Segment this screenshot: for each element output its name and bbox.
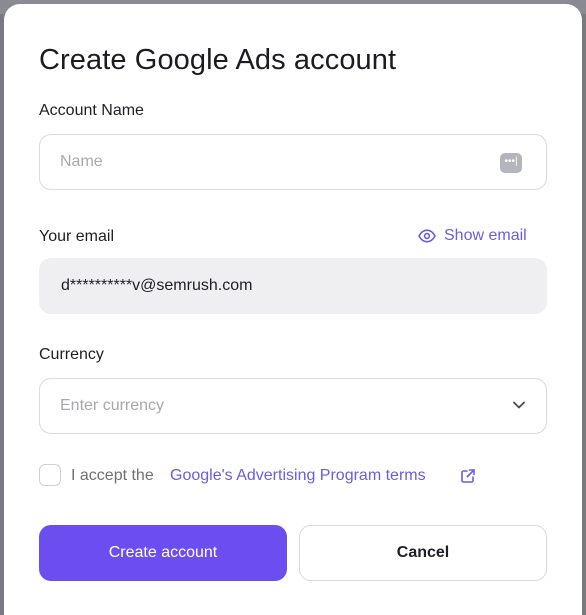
email-label: Your email bbox=[39, 228, 115, 245]
email-field: d**********v@semrush.com bbox=[39, 258, 547, 314]
account-name-field: •••| bbox=[39, 134, 547, 190]
modal-title: Create Google Ads account bbox=[39, 44, 397, 76]
external-link-icon[interactable] bbox=[460, 468, 476, 484]
password-manager-icon[interactable]: •••| bbox=[500, 153, 522, 173]
eye-icon bbox=[418, 229, 436, 243]
email-value: d**********v@semrush.com bbox=[61, 277, 253, 294]
currency-placeholder: Enter currency bbox=[60, 397, 165, 414]
chevron-down-icon bbox=[513, 401, 525, 409]
currency-select[interactable]: Enter currency bbox=[39, 378, 547, 434]
create-google-ads-account-modal: Create Google Ads account Account Name •… bbox=[4, 4, 582, 615]
cancel-button[interactable]: Cancel bbox=[299, 525, 547, 581]
terms-prefix-text: I accept the bbox=[71, 467, 154, 484]
create-account-button[interactable]: Create account bbox=[39, 525, 287, 581]
show-email-label: Show email bbox=[444, 227, 527, 244]
account-name-label: Account Name bbox=[39, 102, 144, 119]
account-name-input[interactable] bbox=[60, 135, 480, 189]
terms-checkbox[interactable] bbox=[39, 464, 61, 486]
advertising-terms-link[interactable]: Google's Advertising Program terms bbox=[170, 467, 426, 485]
currency-label: Currency bbox=[39, 346, 104, 363]
